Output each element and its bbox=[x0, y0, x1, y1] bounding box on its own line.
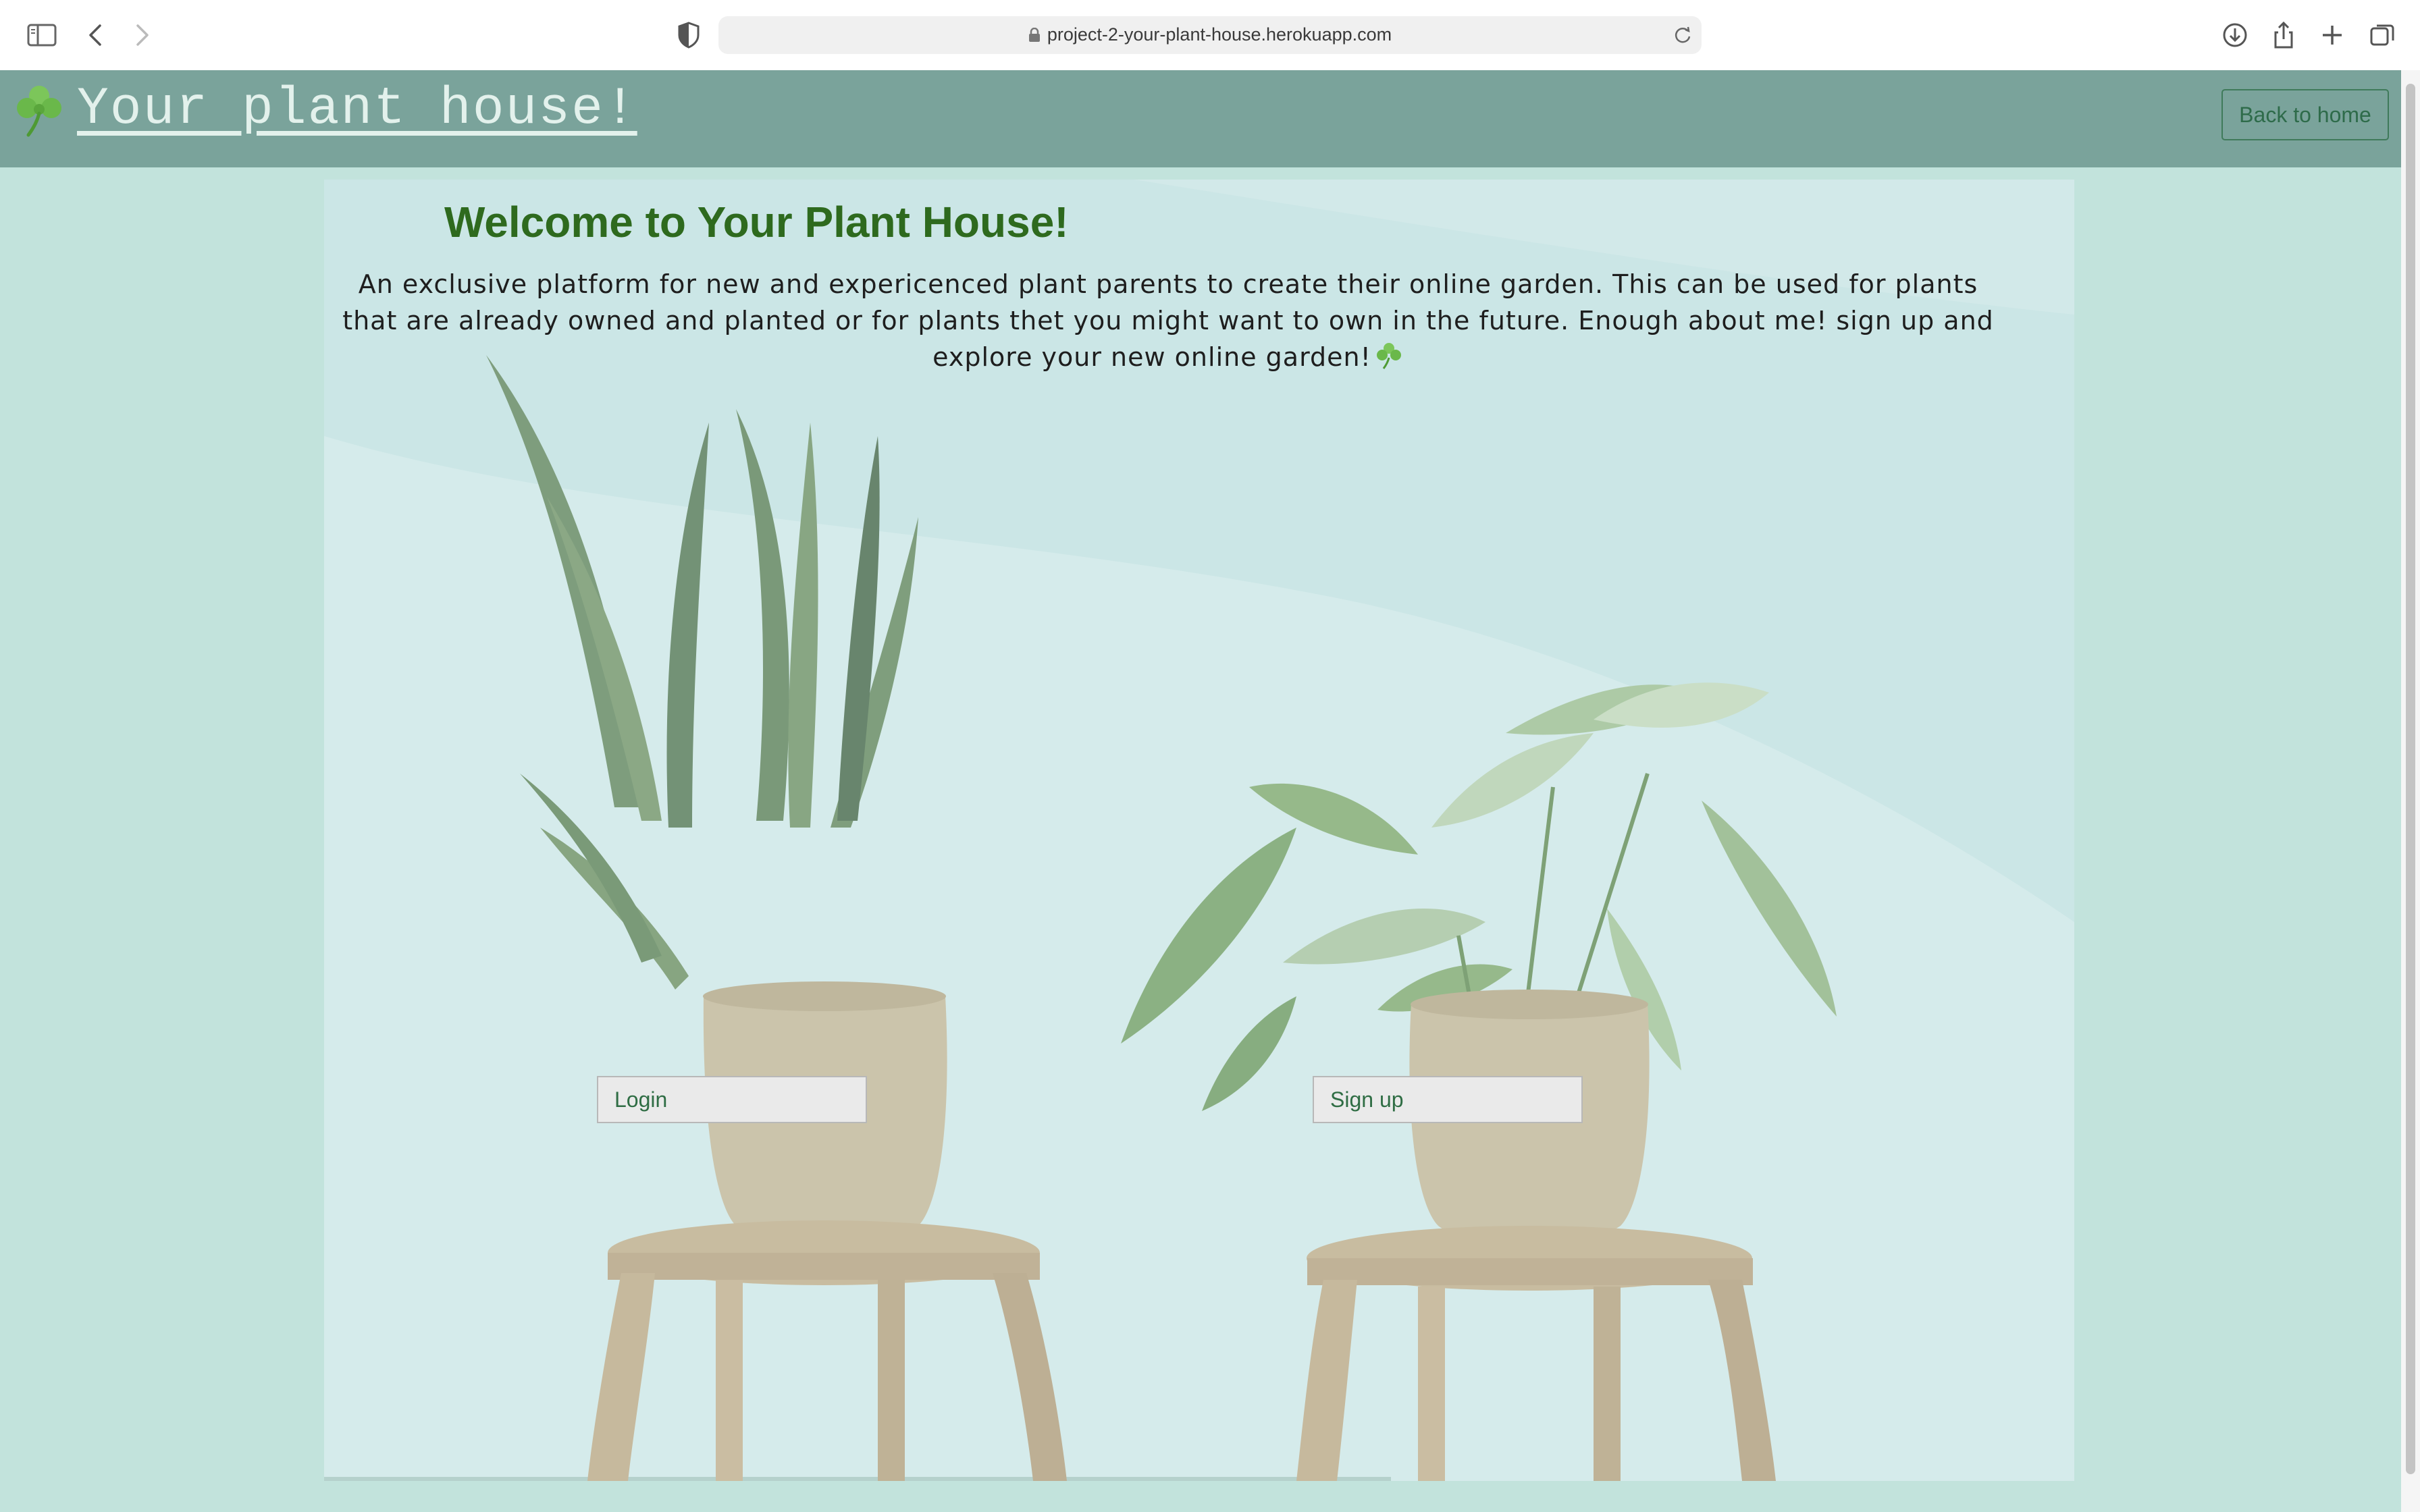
address-bar[interactable]: project-2-your-plant-house.herokuapp.com bbox=[718, 16, 1702, 54]
shamrock-icon bbox=[17, 86, 61, 137]
forward-arrow-icon[interactable] bbox=[126, 19, 158, 51]
sign-up-button[interactable]: Sign up bbox=[1313, 1076, 1583, 1123]
welcome-title: Welcome to Your Plant House! bbox=[444, 198, 1069, 246]
site-header: Your plant house! Back to home bbox=[0, 70, 2401, 167]
intro-text: An exclusive platform for new and experi… bbox=[342, 269, 1994, 372]
share-icon[interactable] bbox=[2267, 19, 2300, 51]
tab-overview-icon[interactable] bbox=[2366, 19, 2398, 51]
hero-section: Welcome to Your Plant House! An exclusiv… bbox=[324, 180, 2074, 1481]
back-to-home-button[interactable]: Back to home bbox=[2221, 89, 2389, 140]
download-icon[interactable] bbox=[2219, 19, 2251, 51]
scrollbar-thumb[interactable] bbox=[2406, 84, 2415, 1474]
shield-icon[interactable] bbox=[673, 19, 705, 51]
shamrock-icon bbox=[1376, 343, 1401, 369]
brand-link[interactable]: Your plant house! bbox=[9, 80, 637, 139]
lock-icon bbox=[1028, 28, 1040, 42]
intro-paragraph: An exclusive platform for new and experi… bbox=[331, 266, 2005, 375]
login-button[interactable]: Login bbox=[597, 1076, 867, 1123]
browser-toolbar: project-2-your-plant-house.herokuapp.com bbox=[0, 0, 2420, 72]
back-arrow-icon[interactable] bbox=[80, 19, 112, 51]
url-text: project-2-your-plant-house.herokuapp.com bbox=[718, 24, 1702, 45]
url-string: project-2-your-plant-house.herokuapp.com bbox=[1047, 24, 1392, 45]
brand-title: Your plant house! bbox=[77, 80, 637, 139]
sidebar-toggle-icon[interactable] bbox=[26, 19, 58, 51]
new-tab-icon[interactable] bbox=[2316, 19, 2348, 51]
reload-icon[interactable] bbox=[1672, 24, 1693, 46]
